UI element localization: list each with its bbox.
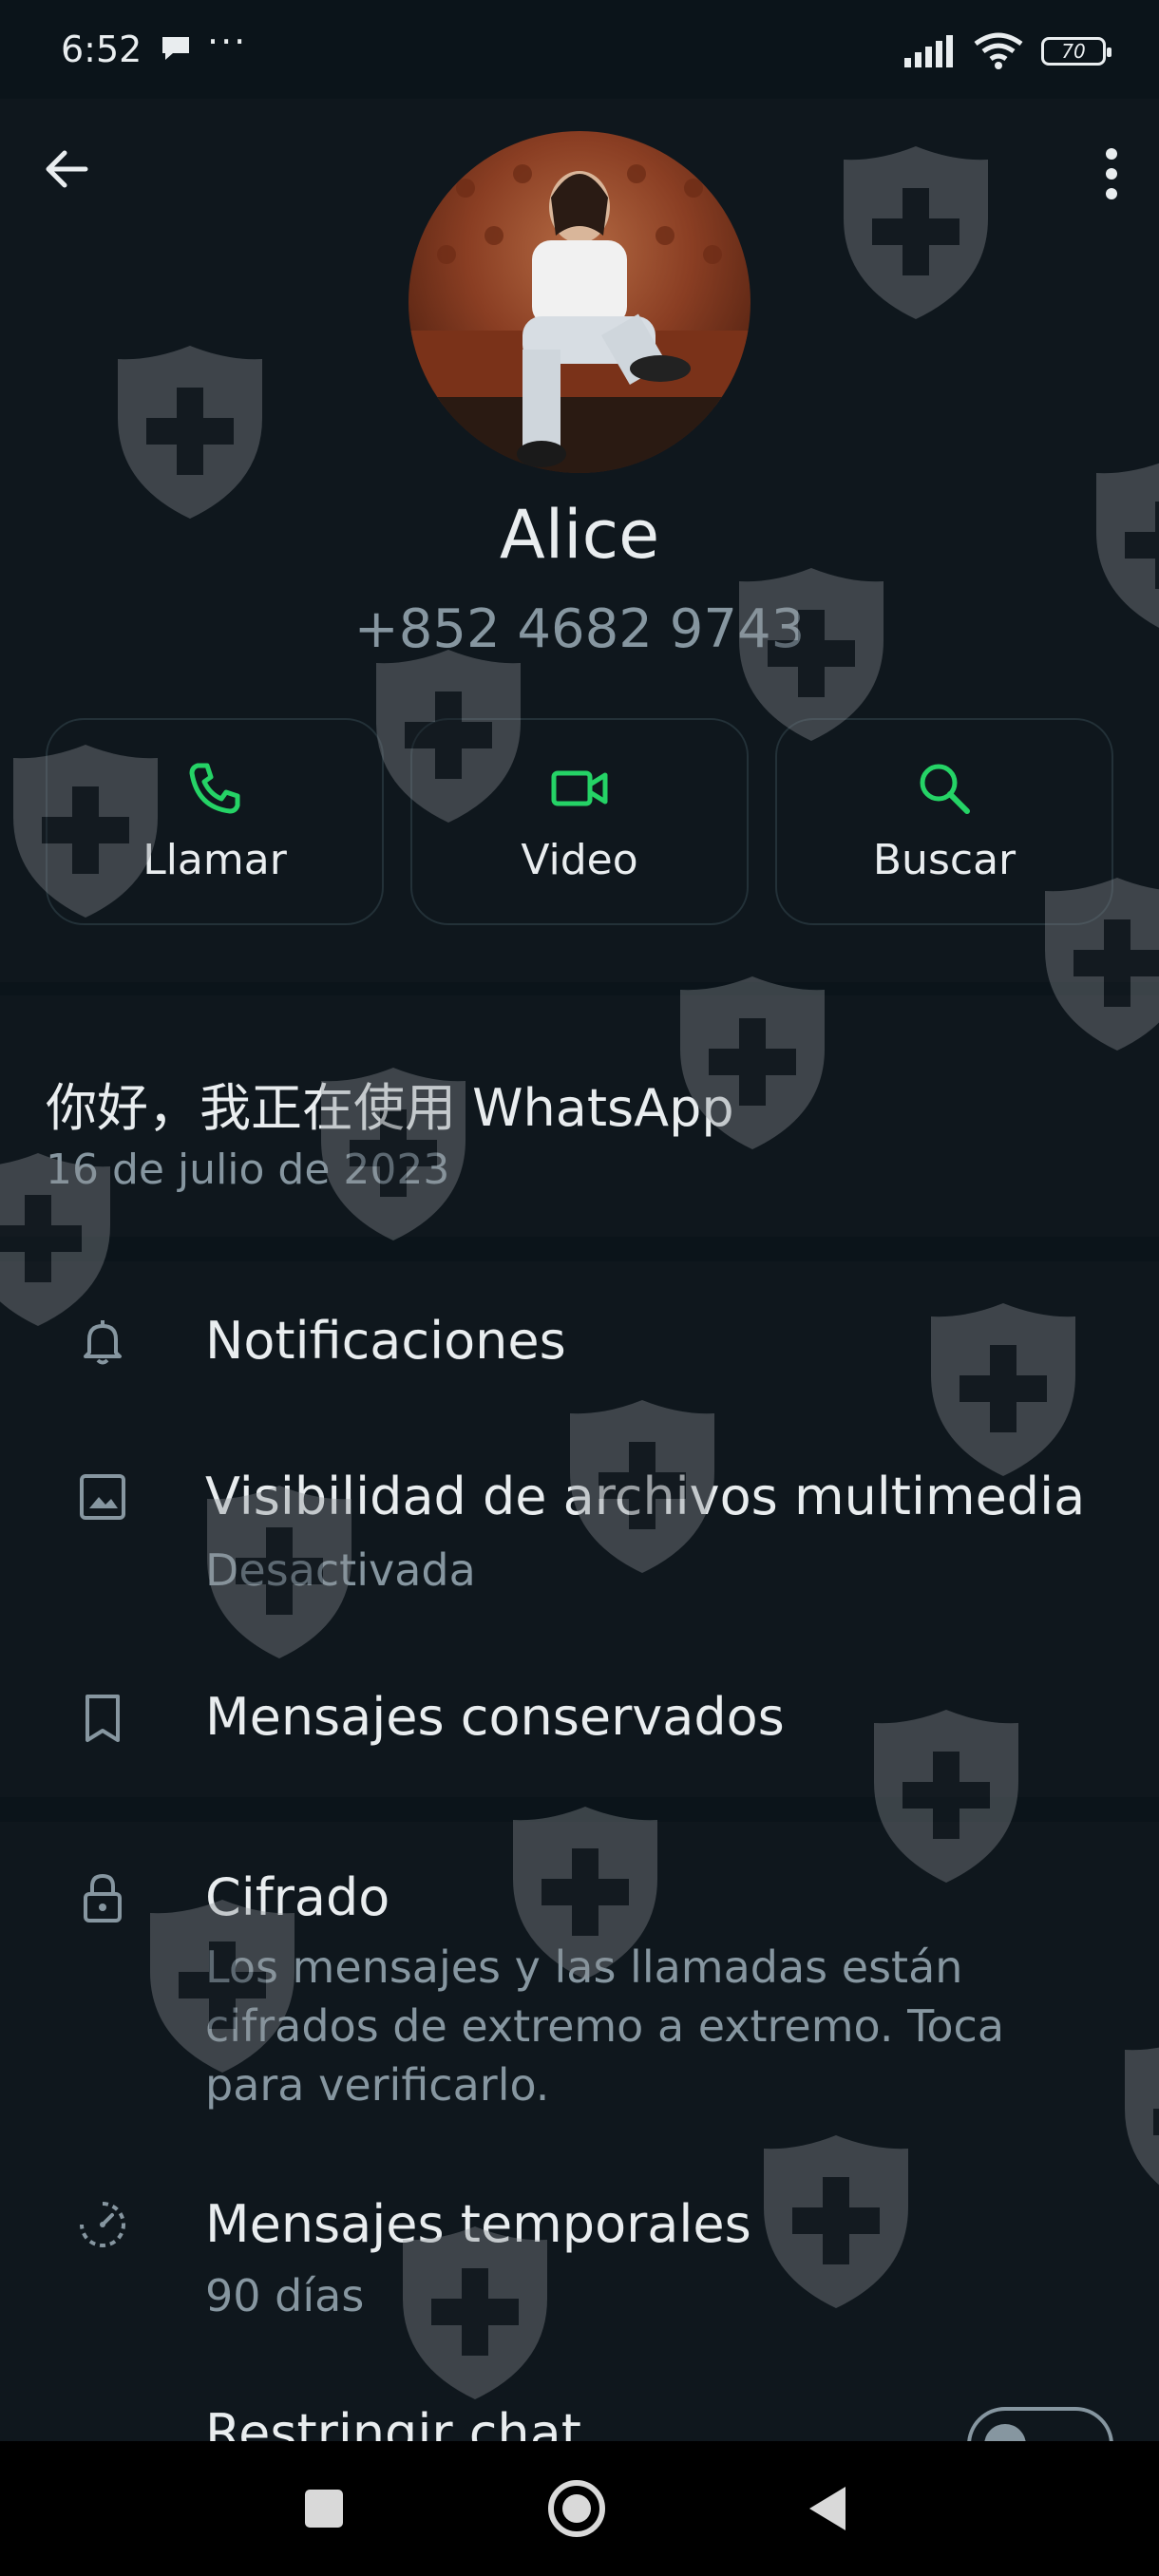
bell-icon [84, 1320, 122, 1365]
disappearing-messages-item[interactable]: Mensajes temporales [205, 2194, 751, 2254]
home-icon[interactable] [543, 2475, 610, 2542]
media-visibility-item[interactable]: Visibilidad de archivos multimedia [205, 1467, 1085, 1526]
nav-back-icon[interactable] [796, 2475, 863, 2542]
more-options-icon[interactable] [1083, 141, 1140, 207]
back-arrow-icon[interactable] [38, 141, 95, 198]
image-icon [80, 1474, 125, 1520]
contact-name: Alice [499, 496, 660, 574]
privacy-section [0, 1822, 1159, 2441]
contact-avatar[interactable] [408, 131, 750, 473]
video-icon [551, 770, 608, 806]
encryption-item[interactable]: Cifrado [205, 1867, 390, 1927]
status-more-notifications: ··· [207, 21, 248, 63]
battery-level: 70 [1061, 40, 1086, 63]
chat-notification-icon [162, 37, 189, 60]
signal-icon [904, 35, 953, 67]
system-navigation-bar [0, 2441, 1159, 2576]
about-date: 16 de julio de 2023 [46, 1146, 450, 1194]
video-label: Video [521, 836, 638, 884]
status-time: 6:52 [61, 28, 142, 70]
timer-icon [80, 2202, 125, 2247]
phone-icon [189, 763, 240, 814]
kept-messages-item[interactable]: Mensajes conservados [205, 1687, 785, 1747]
encryption-description: Los mensajes y las llamadas están cifrad… [205, 1941, 1005, 2111]
battery-icon: 70 [1041, 37, 1112, 66]
search-button[interactable]: Buscar [775, 718, 1113, 925]
video-call-button[interactable]: Video [410, 718, 749, 925]
bookmark-icon [86, 1695, 120, 1742]
about-text: 你好，我正在使用 WhatsApp [46, 1078, 734, 1138]
call-button[interactable]: Llamar [46, 718, 384, 925]
contact-phone: +852 4682 9743 [353, 598, 806, 660]
lock-icon [84, 1873, 122, 1923]
search-icon [920, 764, 970, 814]
call-label: Llamar [142, 836, 287, 884]
status-bar: 6:52 ··· 70 [0, 0, 1159, 99]
avatar-photo [408, 164, 750, 473]
status-indicators: 70 [902, 32, 1112, 70]
disappearing-messages-value: 90 días [205, 2270, 365, 2321]
search-label: Buscar [872, 836, 1016, 884]
wifi-icon [974, 32, 1023, 69]
recents-icon[interactable] [291, 2475, 357, 2542]
media-visibility-value: Desactivada [205, 1544, 476, 1596]
notifications-item[interactable]: Notificaciones [205, 1311, 566, 1371]
